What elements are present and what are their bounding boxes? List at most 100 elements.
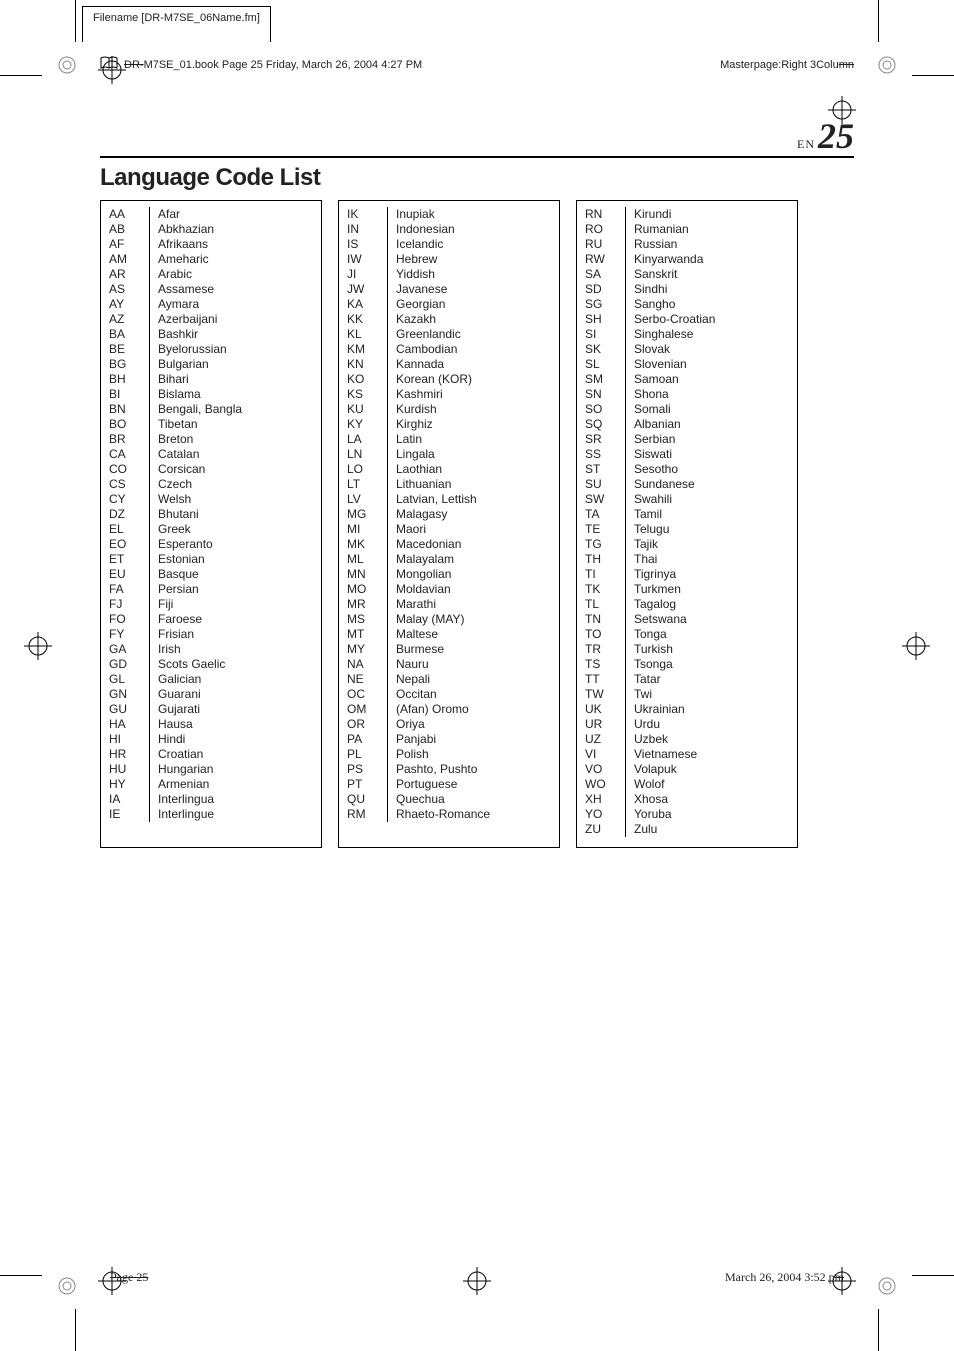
language-code: TN bbox=[585, 612, 626, 627]
language-code: IW bbox=[347, 252, 388, 267]
page-footer: Page 25 March 26, 2004 3:52 pm bbox=[110, 1270, 844, 1285]
language-code: IN bbox=[347, 222, 388, 237]
language-row: GU Gujarati bbox=[109, 702, 313, 717]
language-row: PLPolish bbox=[347, 747, 551, 762]
language-name: Maltese bbox=[396, 627, 551, 642]
language-row: TNSetswana bbox=[585, 612, 789, 627]
language-code: IK bbox=[347, 207, 388, 222]
language-code: TK bbox=[585, 582, 626, 597]
language-row: LTLithuanian bbox=[347, 477, 551, 492]
language-name: Serbo-Croatian bbox=[634, 312, 789, 327]
language-code: MS bbox=[347, 612, 388, 627]
language-code: NE bbox=[347, 672, 388, 687]
language-name: Kirundi bbox=[634, 207, 789, 222]
language-row: UZUzbek bbox=[585, 732, 789, 747]
language-name: Catalan bbox=[158, 447, 313, 462]
footer-page: Page 25 bbox=[110, 1270, 148, 1285]
language-code: VO bbox=[585, 762, 626, 777]
language-row: IEInterlingue bbox=[109, 807, 313, 822]
language-row: MKMacedonian bbox=[347, 537, 551, 552]
language-code: RW bbox=[585, 252, 626, 267]
language-code: AY bbox=[109, 297, 150, 312]
language-name: Nepali bbox=[396, 672, 551, 687]
language-code: LA bbox=[347, 432, 388, 447]
language-row: TWTwi bbox=[585, 687, 789, 702]
language-code: VI bbox=[585, 747, 626, 762]
language-name: Xhosa bbox=[634, 792, 789, 807]
language-row: KNKannada bbox=[347, 357, 551, 372]
language-code: NA bbox=[347, 657, 388, 672]
language-code: TL bbox=[585, 597, 626, 612]
language-name: Hebrew bbox=[396, 252, 551, 267]
footer-date: March 26, 2004 3:52 pm bbox=[725, 1270, 844, 1285]
language-name: Sanskrit bbox=[634, 267, 789, 282]
language-row: LVLatvian, Lettish bbox=[347, 492, 551, 507]
language-code: EO bbox=[109, 537, 150, 552]
language-code: GU bbox=[109, 702, 150, 717]
language-name: Javanese bbox=[396, 282, 551, 297]
language-name: Uzbek bbox=[634, 732, 789, 747]
language-code: HI bbox=[109, 732, 150, 747]
language-row: KO Korean (KOR) bbox=[347, 372, 551, 387]
book-info-line: DR- M7SE_01.book Page 25 Friday, March 2… bbox=[100, 56, 854, 73]
language-code: KO bbox=[347, 372, 388, 387]
language-name: Bislama bbox=[158, 387, 313, 402]
registration-mark-icon bbox=[58, 56, 76, 74]
language-row: CYWelsh bbox=[109, 492, 313, 507]
language-code: JW bbox=[347, 282, 388, 297]
language-code: MY bbox=[347, 642, 388, 657]
language-name: Breton bbox=[158, 432, 313, 447]
language-code: CY bbox=[109, 492, 150, 507]
language-name: Volapuk bbox=[634, 762, 789, 777]
language-row: ASAssamese bbox=[109, 282, 313, 297]
language-row: RNKirundi bbox=[585, 207, 789, 222]
language-row: ISIcelandic bbox=[347, 237, 551, 252]
language-code: OC bbox=[347, 687, 388, 702]
language-name: Pashto, Pushto bbox=[396, 762, 551, 777]
language-row: COCorsican bbox=[109, 462, 313, 477]
language-name: Sangho bbox=[634, 297, 789, 312]
language-row: MIMaori bbox=[347, 522, 551, 537]
language-name: Shona bbox=[634, 387, 789, 402]
language-code: PT bbox=[347, 777, 388, 792]
language-row: BNBengali, Bangla bbox=[109, 402, 313, 417]
language-code: SL bbox=[585, 357, 626, 372]
language-row: GDScots Gaelic bbox=[109, 657, 313, 672]
language-name: Gujarati bbox=[158, 702, 313, 717]
trim-mark bbox=[75, 0, 76, 42]
language-code: DZ bbox=[109, 507, 150, 522]
language-code: SG bbox=[585, 297, 626, 312]
language-row: PSPashto, Pushto bbox=[347, 762, 551, 777]
language-name: Nauru bbox=[396, 657, 551, 672]
language-row: DZBhutani bbox=[109, 507, 313, 522]
trim-mark bbox=[75, 1309, 76, 1351]
language-code: SK bbox=[585, 342, 626, 357]
language-row: SISinghalese bbox=[585, 327, 789, 342]
language-row: HIHindi bbox=[109, 732, 313, 747]
language-name: Zulu bbox=[634, 822, 789, 837]
language-row: SNShona bbox=[585, 387, 789, 402]
language-row: LOLaothian bbox=[347, 462, 551, 477]
language-name: Korean (KOR) bbox=[396, 372, 551, 387]
language-row: RURussian bbox=[585, 237, 789, 252]
language-row: EOEsperanto bbox=[109, 537, 313, 552]
language-name: Burmese bbox=[396, 642, 551, 657]
language-name: Tagalog bbox=[634, 597, 789, 612]
language-name: Abkhazian bbox=[158, 222, 313, 237]
language-code: AZ bbox=[109, 312, 150, 327]
language-code: TG bbox=[585, 537, 626, 552]
language-name: Greenlandic bbox=[396, 327, 551, 342]
language-row: OM(Afan) Oromo bbox=[347, 702, 551, 717]
language-code: EL bbox=[109, 522, 150, 537]
language-name: Portuguese bbox=[396, 777, 551, 792]
language-code: KY bbox=[347, 417, 388, 432]
language-code: SU bbox=[585, 477, 626, 492]
language-row: INIndonesian bbox=[347, 222, 551, 237]
language-row: TTTatar bbox=[585, 672, 789, 687]
language-row: TKTurkmen bbox=[585, 582, 789, 597]
language-row: NE Nepali bbox=[347, 672, 551, 687]
language-name: Kannada bbox=[396, 357, 551, 372]
language-row: TL Tagalog bbox=[585, 597, 789, 612]
language-code: EU bbox=[109, 567, 150, 582]
language-code: MT bbox=[347, 627, 388, 642]
